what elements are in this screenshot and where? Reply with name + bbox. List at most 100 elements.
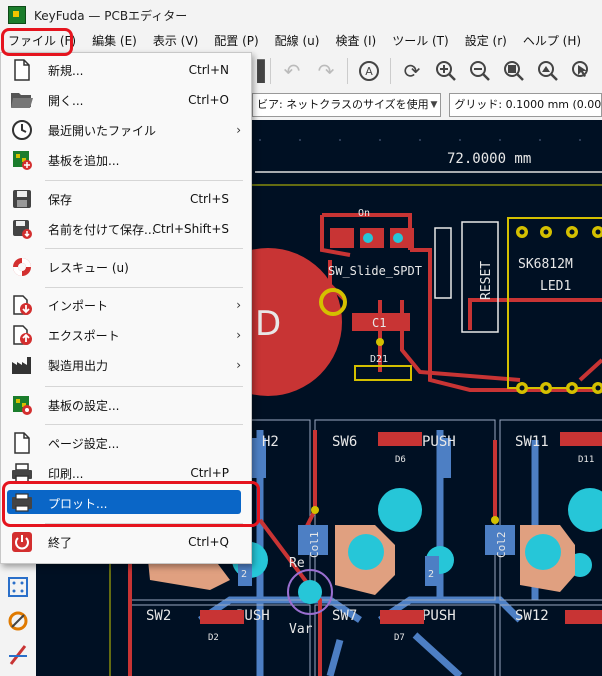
h2-label: H2 — [262, 434, 279, 450]
menu-item-shortcut: Ctrl+S — [189, 192, 229, 206]
options-bar: ビア: ネットクラスのサイズを使用 ▼ グリッド: 0.1000 mm (0.0… — [248, 90, 602, 121]
menu-inspect[interactable]: 検査 (I) — [327, 30, 384, 52]
menu-item-shortcut: Ctrl+N — [188, 63, 229, 77]
menu-item-save[interactable]: 保存 Ctrl+S — [1, 184, 251, 214]
menu-separator — [45, 287, 243, 288]
zoom-fit-icon[interactable] — [499, 56, 529, 86]
menu-item-label: 印刷... — [48, 466, 84, 481]
chevron-down-icon: ▼ — [430, 100, 438, 110]
find-icon[interactable]: A — [354, 56, 384, 86]
led1-label: LED1 — [540, 279, 571, 294]
menu-item-rescue[interactable]: レスキュー (u) — [1, 252, 251, 282]
menu-tools[interactable]: ツール (T) — [384, 30, 457, 52]
menu-edit[interactable]: 編集 (E) — [84, 30, 145, 52]
menu-item-label: 基板を追加... — [48, 153, 120, 168]
left-toolbar: ⋯ — [0, 550, 37, 676]
sw2-label: SW2 — [146, 608, 171, 624]
menu-item-label: インポート — [48, 298, 109, 313]
sk6812-label: SK6812M — [518, 257, 573, 272]
exit-icon — [8, 528, 36, 556]
toolbar-partial-icon[interactable]: ▐ — [249, 56, 264, 86]
refresh-icon[interactable]: ⟳ — [397, 56, 427, 86]
redo-icon[interactable]: ↷ — [311, 56, 341, 86]
menu-route[interactable]: 配線 (u) — [267, 30, 328, 52]
menu-item-label: 新規... — [48, 63, 84, 78]
menu-item-shortcut: Ctrl+Shift+S — [152, 222, 229, 236]
d7-label: D7 — [394, 633, 405, 643]
menu-item-label: エクスポート — [48, 328, 120, 343]
menu-item-import[interactable]: インポート › — [1, 290, 251, 320]
menu-item-label: 終了 — [48, 535, 73, 550]
menu-separator — [45, 424, 243, 425]
push-label-3: PUSH — [422, 608, 456, 624]
undo-icon[interactable]: ↶ — [277, 56, 307, 86]
zoom-out-icon[interactable] — [465, 56, 495, 86]
menu-item-fabrication[interactable]: 製造用出力 › — [1, 350, 251, 380]
d2-label: D2 — [208, 633, 219, 643]
pin-2-label: 2 — [241, 569, 247, 580]
import-icon — [8, 291, 36, 319]
menu-item-label: 保存 — [48, 192, 73, 207]
menu-view[interactable]: 表示 (V) — [145, 30, 206, 52]
reset-label: RESET — [479, 261, 494, 300]
via-size-value: ビア: ネットクラスのサイズを使用 — [257, 98, 429, 111]
menu-item-board-setup[interactable]: 基板の設定... — [1, 390, 251, 420]
add-board-icon — [8, 146, 36, 174]
menu-place[interactable]: 配置 (P) — [206, 30, 266, 52]
zoom-objects-icon[interactable] — [533, 56, 563, 86]
menu-bar: ファイル (F) 編集 (E) 表示 (V) 配置 (P) 配線 (u) 検査 … — [0, 30, 602, 52]
toolbar-separator — [270, 58, 271, 84]
menu-item-label: 基板の設定... — [48, 398, 120, 413]
grid-value: グリッド: 0.1000 mm (0.0039 — [454, 98, 602, 111]
menu-preferences[interactable]: 設定 (r) — [457, 30, 515, 52]
pin-2-label-b: 2 — [428, 569, 434, 580]
push-label-1: PUSH — [422, 434, 456, 450]
menu-help[interactable]: ヘルプ (H) — [515, 30, 589, 52]
d6-label: D6 — [395, 455, 406, 465]
c1-label: C1 — [372, 316, 386, 330]
menu-separator — [45, 386, 243, 387]
zoom-in-icon[interactable] — [431, 56, 461, 86]
menu-item-append-board[interactable]: 基板を追加... — [1, 145, 251, 175]
title-bar: KeyFuda — PCBエディター — [0, 0, 602, 30]
menu-item-label: レスキュー (u) — [48, 260, 129, 275]
menu-item-new[interactable]: 新規... Ctrl+N — [1, 55, 251, 85]
pad-shape-icon[interactable] — [0, 604, 36, 638]
menu-item-export[interactable]: エクスポート › — [1, 320, 251, 350]
sw7-label: SW7 — [332, 608, 357, 624]
submenu-arrow-icon: › — [236, 298, 241, 312]
menu-item-recent[interactable]: 最近開いたファイル › — [1, 115, 251, 145]
sw6-label: SW6 — [332, 434, 357, 450]
menu-item-label: 名前を付けて保存... — [48, 222, 156, 237]
menu-item-page-setup[interactable]: ページ設定... — [1, 428, 251, 458]
grid-icon[interactable] — [0, 570, 36, 604]
toolbar-separator — [347, 58, 348, 84]
save-as-icon — [8, 215, 36, 243]
window-title: KeyFuda — PCBエディター — [34, 8, 188, 23]
sw12-label: SW12 — [515, 608, 549, 624]
menu-item-open[interactable]: 開く... Ctrl+O — [1, 85, 251, 115]
select-icon[interactable] — [567, 56, 597, 86]
d11-label: D11 — [578, 455, 594, 465]
new-file-icon — [8, 56, 36, 84]
page-setup-icon — [8, 429, 36, 457]
menu-item-label: 開く... — [48, 93, 84, 108]
re-label: Re — [289, 556, 305, 571]
annotation-highlight-file-menu — [1, 28, 73, 56]
menu-item-exit[interactable]: 終了 Ctrl+Q — [1, 527, 251, 557]
sw-slide-label: SW_Slide_SPDT — [328, 264, 422, 278]
menu-item-label: ページ設定... — [48, 436, 120, 451]
big-pad-label: D — [255, 304, 281, 344]
track-icon[interactable] — [0, 638, 36, 672]
board-setup-icon — [8, 391, 36, 419]
menu-item-label: 最近開いたファイル — [48, 123, 157, 138]
app-icon — [8, 6, 26, 24]
var-label: Var — [289, 622, 313, 637]
on-label: On — [358, 208, 370, 219]
grid-select[interactable]: グリッド: 0.1000 mm (0.0039 — [449, 93, 602, 117]
menu-item-label: 製造用出力 — [48, 358, 109, 373]
menu-item-save-as[interactable]: 名前を付けて保存... Ctrl+Shift+S — [1, 214, 251, 244]
submenu-arrow-icon: › — [236, 328, 241, 342]
sw11-label: SW11 — [515, 434, 549, 450]
via-size-select[interactable]: ビア: ネットクラスのサイズを使用 ▼ — [252, 93, 442, 117]
